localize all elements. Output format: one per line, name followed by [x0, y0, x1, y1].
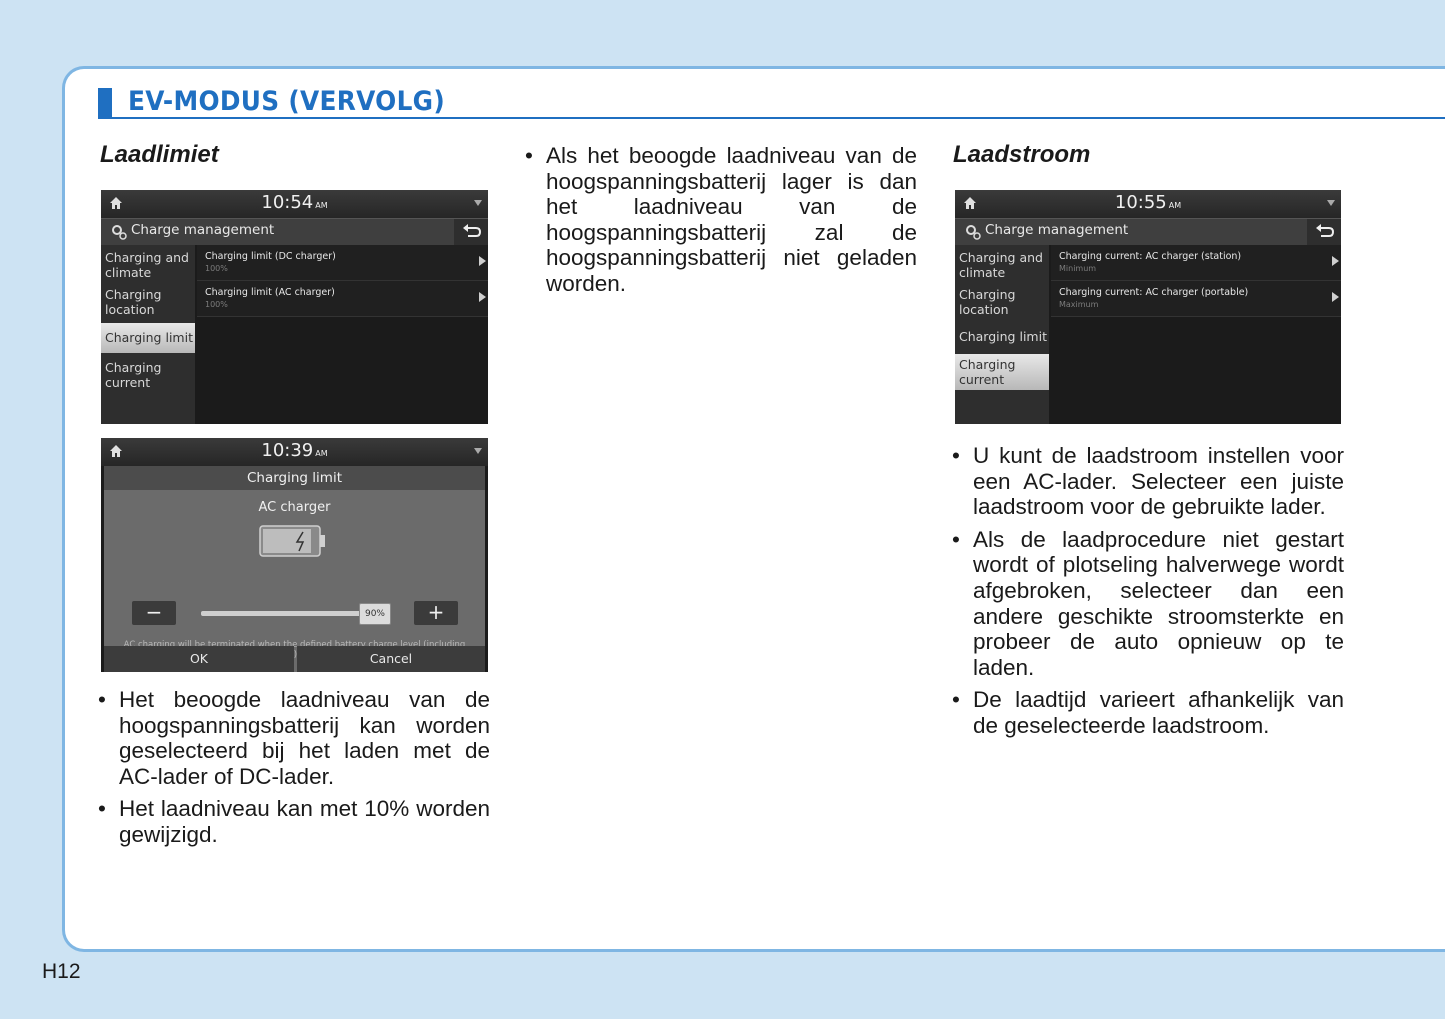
page-number: H12 — [42, 960, 81, 983]
list-item: • Als het beoogde laadniveau van de hoogs… — [525, 143, 917, 296]
limit-slider-track[interactable] — [201, 611, 371, 616]
title-bar: Charge management — [955, 218, 1341, 245]
screen-charging-limit-dialog: 10:39 AM Charging limit AC charger − 90% … — [101, 438, 488, 672]
signal-icon — [474, 448, 482, 454]
menu-item-charging-location[interactable]: Charging location — [955, 287, 1049, 317]
clock: 10:54 AM — [261, 192, 328, 213]
list-item: • Het beoogde laadniveau van de hoogspann… — [98, 687, 490, 789]
status-bar: 10:55 AM — [955, 190, 1341, 218]
row-value: 100% — [205, 300, 228, 309]
bar-title: Charge management — [131, 222, 275, 238]
row-value: Maximum — [1059, 300, 1099, 309]
header-accent-bar — [98, 88, 112, 118]
dialog-footer: OK Cancel — [104, 646, 485, 672]
dialog-subtitle: AC charger — [258, 500, 331, 515]
charge-gear-icon — [112, 225, 127, 240]
list-item: • Als de laadprocedure niet gestart wordt… — [952, 526, 1344, 680]
heading-laadlimiet: Laadlimiet — [100, 141, 219, 168]
row-value: Minimum — [1059, 264, 1097, 273]
limit-slider-knob[interactable]: 90% — [359, 603, 391, 625]
menu-item-charging-current[interactable]: Charging current — [955, 354, 1049, 390]
dialog-title: Charging limit — [104, 466, 485, 490]
left-bullet-list: • Het beoogde laadniveau van de hoogspann… — [98, 687, 490, 855]
signal-icon — [1327, 200, 1335, 206]
signal-icon — [474, 200, 482, 206]
ok-button[interactable]: OK — [104, 646, 294, 672]
header-rule — [98, 117, 1445, 119]
title-bar: Charge management — [101, 218, 488, 245]
clock: 10:39 AM — [261, 440, 328, 461]
list-item: • Het laadniveau kan met 10% worden gewij… — [98, 796, 490, 847]
row-value: 100% — [205, 264, 228, 273]
row-title: Charging limit (AC charger) — [205, 287, 335, 298]
menu-item-charging-location[interactable]: Charging location — [101, 287, 195, 317]
menu-item-charging-limit[interactable]: Charging limit — [101, 323, 195, 353]
chevron-right-icon — [479, 292, 486, 302]
status-bar: 10:54 AM — [101, 190, 488, 218]
back-button[interactable] — [1307, 219, 1341, 245]
chevron-right-icon — [1332, 256, 1339, 266]
list-item: • De laadtijd varieert afhankelijk van de… — [952, 687, 1344, 738]
battery-icon — [259, 525, 325, 557]
status-bar: 10:39 AM — [101, 438, 488, 466]
row-ac-limit[interactable]: Charging limit (AC charger) 100% — [197, 281, 488, 317]
side-menu: Charging and climate Charging location C… — [101, 245, 195, 424]
menu-item-charging-limit[interactable]: Charging limit — [955, 329, 1049, 344]
screen-charge-management-current: 10:55 AM Charge management Charging and c… — [955, 190, 1341, 424]
side-menu: Charging and climate Charging location C… — [955, 245, 1049, 424]
menu-item-charging-climate[interactable]: Charging and climate — [101, 250, 195, 280]
back-button[interactable] — [454, 219, 488, 245]
row-ac-station[interactable]: Charging current: AC charger (station) M… — [1051, 245, 1341, 281]
row-ac-portable[interactable]: Charging current: AC charger (portable) … — [1051, 281, 1341, 317]
middle-bullet-list: • Als het beoogde laadniveau van de hoogs… — [525, 143, 917, 304]
charge-gear-icon — [966, 225, 981, 240]
section-title: EV-MODUS (VERVOLG) — [128, 86, 445, 117]
chevron-right-icon — [479, 256, 486, 266]
bar-title: Charge management — [985, 222, 1129, 238]
back-arrow-icon — [463, 224, 482, 237]
row-title: Charging current: AC charger (station) — [1059, 251, 1242, 262]
decrease-button[interactable]: − — [132, 601, 176, 625]
row-title: Charging current: AC charger (portable) — [1059, 287, 1249, 298]
row-dc-limit[interactable]: Charging limit (DC charger) 100% — [197, 245, 488, 281]
cancel-button[interactable]: Cancel — [297, 646, 485, 672]
right-bullet-list: • U kunt de laadstroom instellen voor een… — [952, 443, 1344, 746]
screen-charge-management-limit: 10:54 AM Charge management Charging and c… — [101, 190, 488, 424]
chevron-right-icon — [1332, 292, 1339, 302]
menu-item-charging-climate[interactable]: Charging and climate — [955, 250, 1049, 280]
back-arrow-icon — [1316, 224, 1335, 237]
list-item: • U kunt de laadstroom instellen voor een… — [952, 443, 1344, 520]
clock: 10:55 AM — [1114, 192, 1182, 213]
menu-item-charging-current[interactable]: Charging current — [101, 360, 195, 390]
heading-laadstroom: Laadstroom — [953, 141, 1091, 168]
increase-button[interactable]: + — [414, 601, 458, 625]
row-title: Charging limit (DC charger) — [205, 251, 336, 262]
dialog-panel: Charging limit AC charger − 90% + AC cha… — [104, 466, 485, 672]
